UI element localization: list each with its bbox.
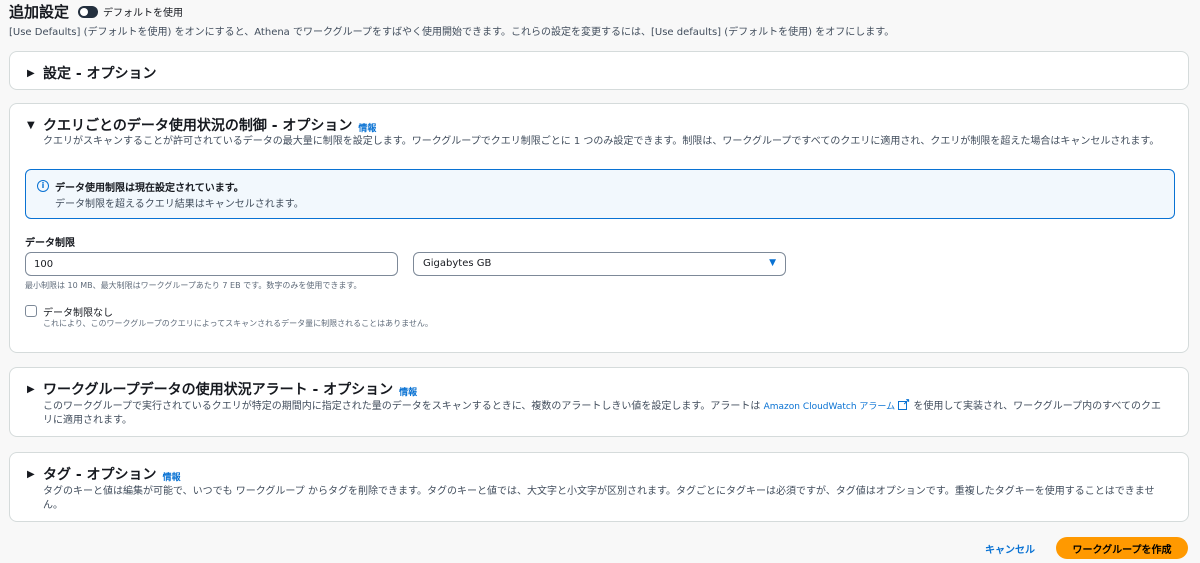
settings-section: ▶ 設定 - オプション [9,51,1189,90]
tags-description: タグのキーと値は編集が可能で、いつでも ワークグループ からタグを削除できます。… [43,486,1155,511]
create-workgroup-button[interactable]: ワークグループを作成 [1056,537,1188,559]
data-usage-section: ▼ クエリごとのデータ使用状況の制御 - オプション 情報 クエリがスキャンする… [9,103,1189,353]
settings-section-title: 設定 - オプション [43,66,157,82]
external-link-icon[interactable] [898,396,910,410]
description-text: このワークグループで実行されているクエリが特定の期間内に指定された量のデータをス… [43,401,764,412]
info-alert: i データ使用制限は現在設定されています。 データ制限を超えるクエリ結果はキャン… [25,169,1175,219]
header-description: [Use Defaults] (デフォルトを使用) をオンにすると、Athena… [9,27,895,38]
cancel-button[interactable]: キャンセル [974,537,1046,559]
usage-alerts-section: ▶ ワークグループデータの使用状況アラート - オプション 情報 このワークグル… [9,367,1189,437]
tags-section-header[interactable]: ▶ タグ - オプション 情報 [27,464,181,484]
no-data-limit-label: データ制限なし [43,308,113,319]
data-usage-section-header[interactable]: ▼ クエリごとのデータ使用状況の制御 - オプション 情報 [27,115,376,135]
no-data-limit-description: これにより、このワークグループのクエリによってスキャンされるデータ量に制限される… [43,319,433,328]
select-value: Gigabytes GB [423,258,492,269]
tags-section-title: タグ - オプション [43,467,157,483]
tags-section: ▶ タグ - オプション 情報 タグのキーと値は編集が可能で、いつでも ワークグ… [9,452,1189,522]
usage-alerts-section-header[interactable]: ▶ ワークグループデータの使用状況アラート - オプション 情報 [27,379,417,399]
data-limit-input[interactable] [25,252,398,276]
info-icon: i [37,180,49,192]
data-usage-section-title: クエリごとのデータ使用状況の制御 - オプション [43,118,353,134]
data-limit-label: データ制限 [25,238,75,249]
data-limit-hint: 最小制限は 10 MB、最大制限はワークグループあたり 7 EB です。数字のみ… [25,281,362,290]
info-link[interactable]: 情報 [399,385,417,398]
alert-title: データ使用制限は現在設定されています。 [55,183,244,194]
cloudwatch-link[interactable]: Amazon CloudWatch アラーム [764,402,896,412]
use-defaults-toggle[interactable] [78,5,99,18]
caret-down-icon: ▼ [769,258,776,268]
caret-right-icon: ▶ [27,468,35,480]
usage-alerts-description: このワークグループで実行されているクエリが特定の期間内に指定された量のデータをス… [43,396,1171,428]
page-title: 追加設定 [9,3,70,21]
data-limit-unit-select[interactable]: Gigabytes GB ▼ [413,252,786,276]
caret-down-icon: ▼ [27,119,35,131]
toggle-label: デフォルトを使用 [103,8,184,19]
settings-section-header[interactable]: ▶ 設定 - オプション [27,63,157,83]
info-link[interactable]: 情報 [163,470,181,483]
no-data-limit-checkbox[interactable] [25,305,37,317]
caret-right-icon: ▶ [27,67,35,79]
alert-body: データ制限を超えるクエリ結果はキャンセルされます。 [55,199,304,210]
info-link[interactable]: 情報 [358,121,376,134]
usage-alerts-section-title: ワークグループデータの使用状況アラート - オプション [43,382,394,398]
data-usage-description: クエリがスキャンすることが許可されているデータの最大量に制限を設定します。ワーク… [43,136,1160,147]
caret-right-icon: ▶ [27,383,35,395]
header-row: 追加設定 デフォルトを使用 [9,1,183,22]
